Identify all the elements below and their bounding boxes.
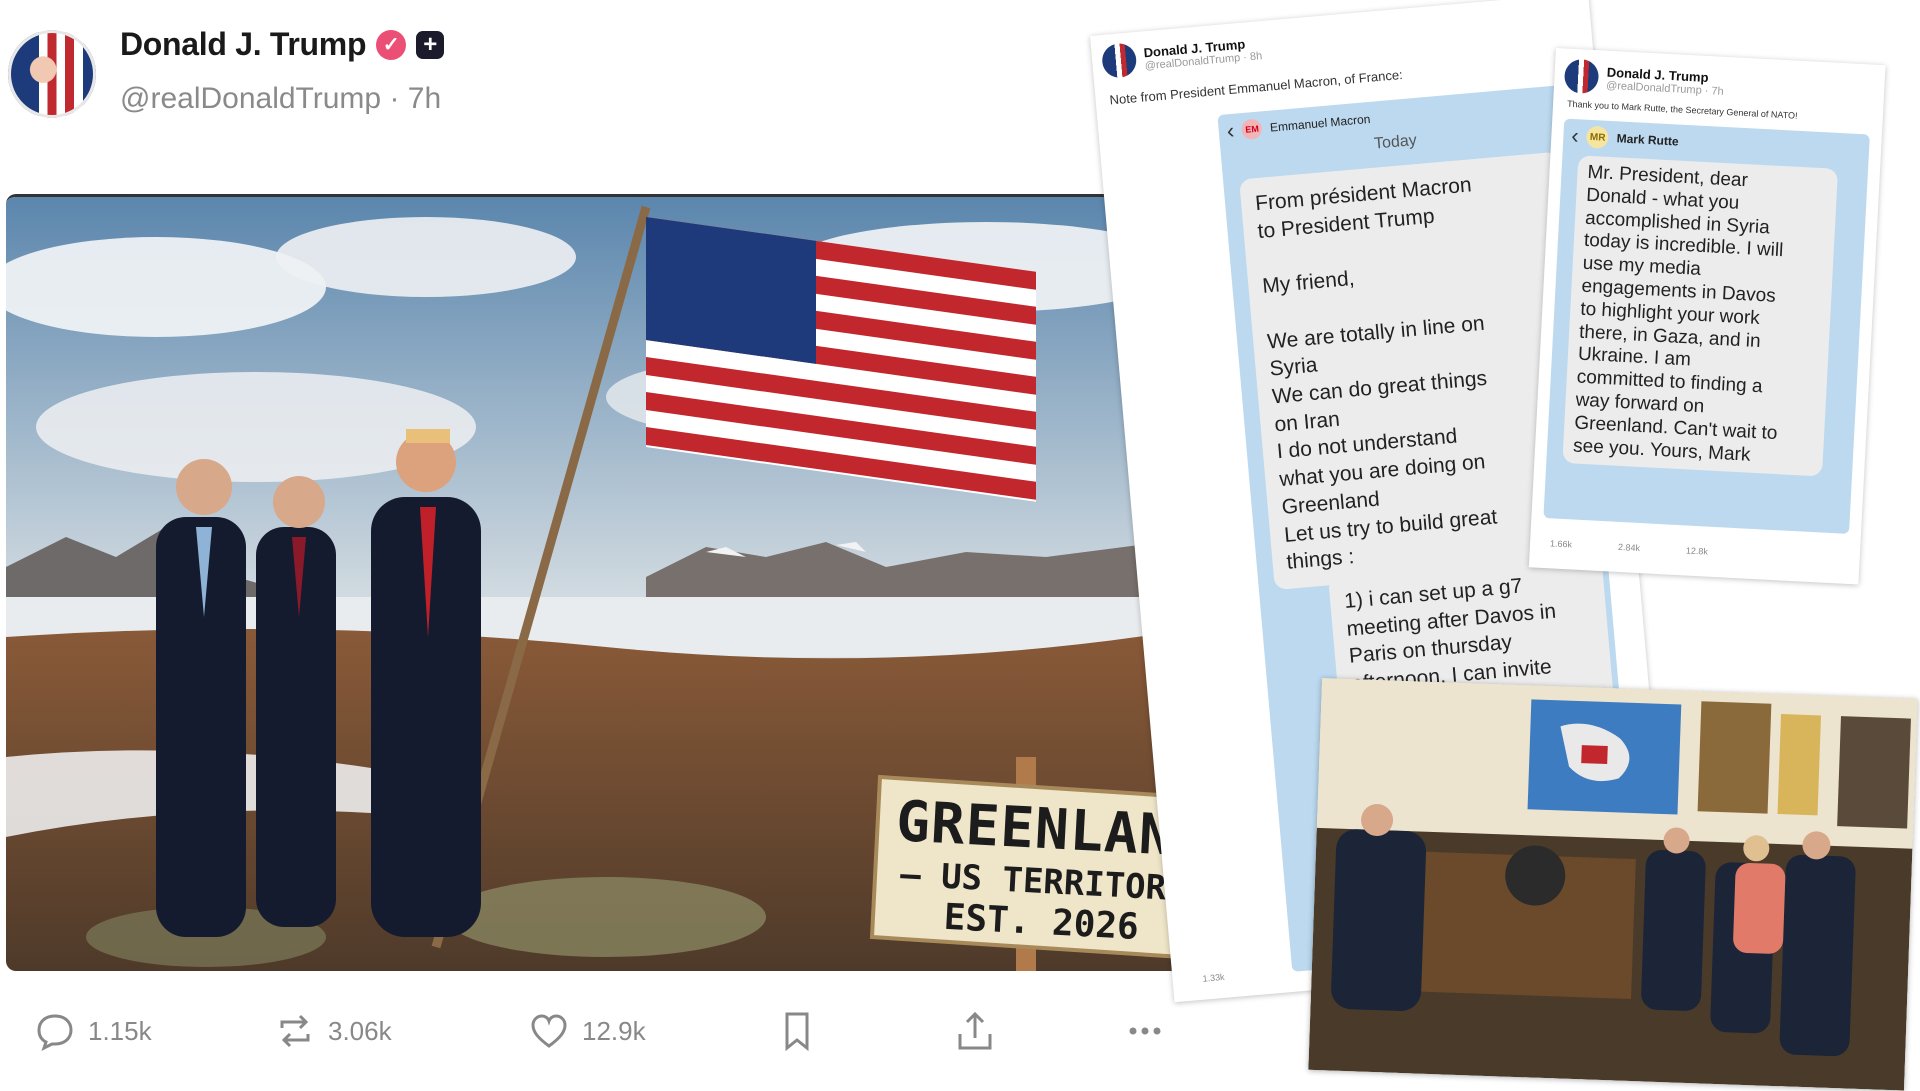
author-avatar[interactable]	[8, 30, 96, 118]
post-age[interactable]: 7h	[408, 82, 441, 115]
mini-reply-count: 1.66k	[1549, 538, 1573, 550]
share-icon	[958, 1011, 992, 1050]
separator: ·	[389, 82, 400, 115]
reply-icon	[37, 1014, 73, 1051]
contact-name: Mark Rutte	[1616, 131, 1679, 149]
back-chevron-icon: ‹	[1225, 117, 1236, 144]
share-button[interactable]	[954, 1010, 996, 1052]
author-display-name[interactable]: Donald J. Trump	[120, 26, 367, 63]
post-image[interactable]: GREENLAND – US TERRITORY EST. 2026	[6, 194, 1202, 971]
heart-icon	[531, 1014, 567, 1048]
mini-reply-count: 1.33k	[1202, 971, 1225, 984]
like-button[interactable]: 12.9k	[528, 1010, 646, 1052]
macron-shot-header: Donald J. Trump @realDonaldTrump · 8h	[1100, 31, 1263, 79]
author-handle-row: @realDonaldTrump · 7h	[120, 82, 441, 116]
rutte-shot-stats: 1.66k 2.84k 12.8k	[1550, 538, 1708, 556]
like-count: 12.9k	[582, 1015, 646, 1046]
check-badge-icon: ✓	[376, 29, 407, 60]
rutte-message-screenshot: Donald J. Trump @realDonaldTrump · 7h Th…	[1528, 48, 1886, 585]
repost-count: 3.06k	[328, 1015, 392, 1046]
author-name-row: Donald J. Trump ✓ +	[120, 26, 445, 63]
more-icon	[1129, 1027, 1161, 1035]
back-chevron-icon: ‹	[1570, 122, 1580, 149]
post-header: Donald J. Trump ✓ + @realDonaldTrump · 7…	[8, 22, 908, 132]
bookmark-icon	[785, 1012, 809, 1052]
mini-author-avatar	[1100, 42, 1138, 79]
post-actions-bar: 1.15k 3.06k 12.9k	[34, 1010, 1184, 1070]
author-handle[interactable]: @realDonaldTrump	[120, 82, 381, 115]
mini-repost-count: 2.84k	[1617, 541, 1641, 554]
macron-shot-stats: 1.33k	[1202, 972, 1225, 984]
contact-name: Emmanuel Macron	[1269, 111, 1371, 135]
mini-like-count: 12.8k	[1685, 545, 1709, 557]
repost-button[interactable]: 3.06k	[274, 1010, 392, 1052]
bookmark-button[interactable]	[776, 1010, 818, 1052]
contact-initials-badge: MR	[1586, 125, 1610, 149]
mini-author-avatar	[1563, 58, 1600, 95]
rutte-shot-header: Donald J. Trump @realDonaldTrump · 7h	[1563, 58, 1725, 101]
repost-icon	[280, 1014, 310, 1048]
contact-initials-badge: EM	[1241, 118, 1263, 141]
rutte-message: Mr. President, dear Donald - what you ac…	[1562, 155, 1839, 477]
oval-office-meeting-photo[interactable]	[1308, 678, 1918, 1091]
rutte-chat-panel: ‹ MR Mark Rutte Mr. President, dear Dona…	[1543, 118, 1870, 534]
more-button[interactable]	[1124, 1010, 1166, 1052]
reply-count: 1.15k	[88, 1015, 152, 1046]
reply-button[interactable]: 1.15k	[34, 1010, 152, 1052]
rutte-note: Thank you to Mark Rutte, the Secretary G…	[1566, 98, 1798, 121]
plus-badge-icon: +	[416, 30, 445, 59]
meeting-photo-art	[1308, 678, 1918, 1091]
greenland-sign: GREENLAND – US TERRITORY EST. 2026	[890, 789, 1202, 951]
